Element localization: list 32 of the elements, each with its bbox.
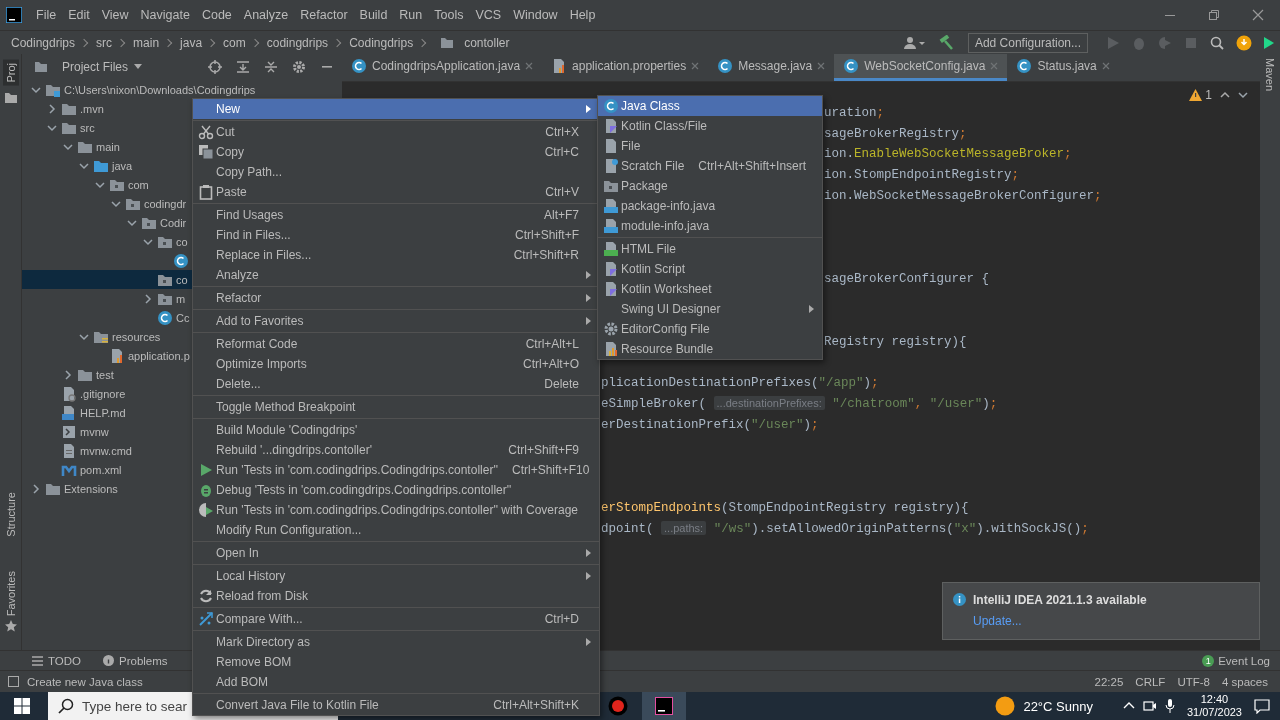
code-line: ion.EnableWebSocketMessageBroker; <box>824 146 1072 164</box>
weather-text: 22°C Sunny <box>1023 698 1093 714</box>
shortcut-label: Ctrl+D <box>544 612 579 626</box>
shortcut-label: Ctrl+Alt+Shift+K <box>493 698 579 712</box>
notification-title: IntelliJ IDEA 2021.1.3 available <box>973 593 1147 607</box>
code-line: plicationDestinationPrefixes("/app"); <box>601 375 879 393</box>
shortcut-label: Ctrl+Alt+L <box>525 337 579 351</box>
code-line: eSimpleBroker( ...destinationPrefixes: "/chatroom", "/user"); <box>601 394 998 413</box>
code-line: sageBrokerRegistry; <box>824 125 967 143</box>
shortcut-label: Ctrl+X <box>545 125 579 139</box>
shortcut-label: Ctrl+C <box>544 145 579 159</box>
shortcut-label: Ctrl+V <box>545 185 579 199</box>
shortcut-label: Ctrl+Shift+F <box>514 228 579 242</box>
code-line: ion.StompEndpointRegistry; <box>824 167 1020 185</box>
code-line: erStompEndpoints(StompEndpointRegistry registry){ <box>601 499 969 517</box>
shortcut-label: Ctrl+Shift+F10 <box>511 463 590 477</box>
code-line: dpoint( ...paths: "/ws").setAllowedOriginPatterns("x").withSockJS(); <box>601 519 1089 538</box>
clock-date: 31/07/2023 <box>1186 706 1242 719</box>
clock-time: 12:40 <box>1200 693 1229 706</box>
shortcut-label: Ctrl+Alt+Shift+Insert <box>698 159 807 173</box>
status-message: Create new Java class <box>27 675 143 688</box>
code-line: erDestinationPrefix("/user"); <box>601 416 819 434</box>
shortcut-label: Alt+F7 <box>544 208 579 222</box>
shortcut-label: Ctrl+Shift+F9 <box>508 443 579 457</box>
shortcut-label: Ctrl+Alt+O <box>523 357 579 371</box>
shortcut-label: Delete <box>544 377 579 391</box>
code-line: uration; <box>824 104 885 122</box>
code-line: ion.WebSocketMessageBrokerConfigurer; <box>824 188 1102 205</box>
count-badge: 1 <box>1202 654 1215 667</box>
code-line: sageBrokerConfigurer { <box>824 271 990 289</box>
shortcut-label: Ctrl+Shift+R <box>513 248 579 262</box>
code-line: Registry registry){ <box>824 333 967 351</box>
